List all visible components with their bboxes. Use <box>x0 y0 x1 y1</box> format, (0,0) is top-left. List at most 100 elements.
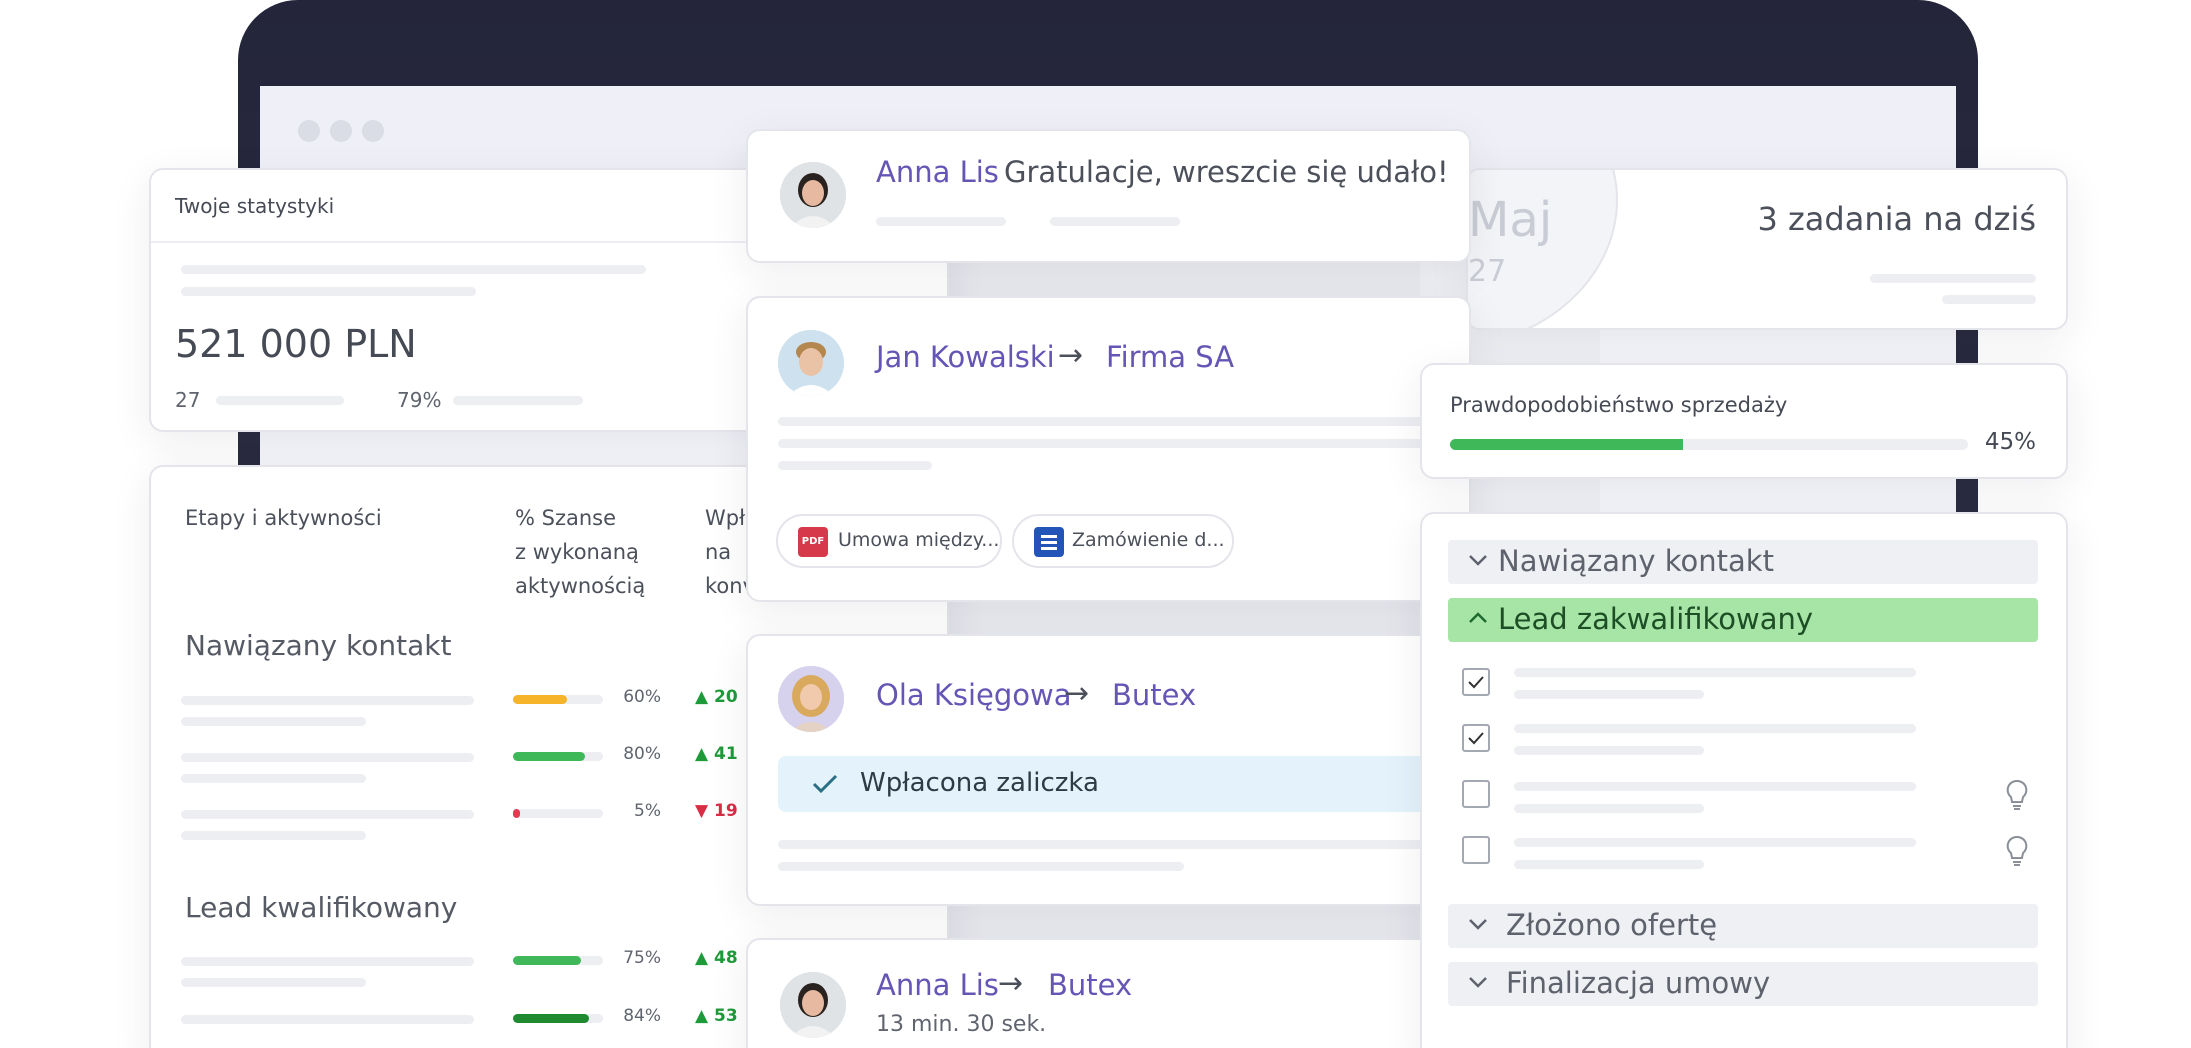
deal-card[interactable]: Anna Lis → Butex 13 min. 30 sek. <box>746 938 1471 1048</box>
placeholder-line <box>216 396 344 405</box>
progress-bar <box>513 1014 603 1023</box>
stage-label: Złożono ofertę <box>1506 908 1718 942</box>
progress-bar-fill <box>513 695 567 704</box>
document-icon <box>1034 527 1064 557</box>
placeholder-line <box>181 774 366 783</box>
trend-up-value: ▲ 41 <box>695 744 738 764</box>
placeholder-line <box>181 957 474 966</box>
sender-name[interactable]: Anna Lis <box>876 155 999 189</box>
checkmark-icon <box>1468 676 1484 689</box>
progress-bar-fill <box>513 956 581 965</box>
placeholder-line <box>181 753 474 762</box>
lightbulb-icon[interactable] <box>2004 834 2030 868</box>
trend-up-value: ▲ 48 <box>695 948 738 968</box>
pipeline-stage[interactable]: Złożono ofertę <box>1448 904 2038 948</box>
placeholder-line <box>181 265 646 274</box>
chevron-down-icon <box>1469 977 1487 988</box>
lightbulb-icon[interactable] <box>2004 778 2030 812</box>
pipeline-card: Nawiązany kontakt Lead zakwalifikowany Z… <box>1420 512 2068 1048</box>
checklist-checkbox[interactable] <box>1462 836 1490 864</box>
pdf-icon: PDF <box>798 527 828 557</box>
arrow-right-icon: → <box>1064 676 1090 711</box>
chevron-up-icon <box>1469 612 1487 623</box>
placeholder-line <box>1514 838 1916 847</box>
placeholder-line <box>1514 804 1704 813</box>
placeholder-line <box>181 1015 474 1024</box>
percent-label: 80% <box>623 744 661 764</box>
placeholder-line <box>1514 746 1704 755</box>
probability-bar <box>1450 439 1968 450</box>
placeholder-line <box>778 461 932 470</box>
placeholder-line <box>778 417 1469 426</box>
arrow-right-icon: → <box>998 966 1024 1001</box>
progress-bar <box>513 695 603 704</box>
company-name[interactable]: Butex <box>1048 968 1132 1002</box>
pipeline-stage[interactable]: Finalizacja umowy <box>1448 962 2038 1006</box>
stats-amount: 521 000 PLN <box>175 322 417 366</box>
avatar <box>780 162 846 228</box>
checklist-checkbox[interactable] <box>1462 780 1490 808</box>
stage-label: Finalizacja umowy <box>1506 966 1771 1000</box>
deal-card[interactable]: Ola Księgowa → Butex Wpłacona zaliczka <box>746 634 1471 906</box>
placeholder-line <box>778 439 1469 448</box>
trend-up-value: ▲ 20 <box>695 687 738 707</box>
check-icon <box>812 774 838 794</box>
chevron-down-icon <box>1469 555 1487 566</box>
checkmark-icon <box>1468 732 1484 745</box>
placeholder-line <box>181 717 366 726</box>
tasks-count: 3 zadania na dziś <box>1757 200 2036 238</box>
elapsed-time: 13 min. 30 sek. <box>876 1012 1047 1037</box>
probability-bar-fill <box>1450 439 1684 450</box>
attachment-label: Zamówienie d... <box>1072 529 1225 551</box>
stats-percent: 79% <box>397 388 442 412</box>
checklist-checkbox[interactable] <box>1462 668 1490 696</box>
deal-card[interactable]: Jan Kowalski → Firma SA PDF Umowa między… <box>746 296 1471 602</box>
stage-group-title: Lead kwalifikowany <box>185 891 458 924</box>
placeholder-line <box>778 862 1184 871</box>
window-dot <box>298 120 320 142</box>
message-card[interactable]: Anna Lis Gratulacje, wreszcie się udało! <box>746 129 1471 263</box>
column-header-chance: % Szanse z wykonaną aktywnością <box>515 506 646 598</box>
tasks-card[interactable]: Maj 27 3 zadania na dziś <box>1466 168 2068 330</box>
window-dot <box>362 120 384 142</box>
avatar <box>780 972 846 1038</box>
placeholder-line <box>181 696 474 705</box>
stage-group-title: Nawiązany kontakt <box>185 629 452 662</box>
contact-name[interactable]: Anna Lis <box>876 968 999 1002</box>
placeholder-line <box>181 978 366 987</box>
calendar-month: Maj <box>1468 192 1553 248</box>
attachment-pill[interactable]: PDF Umowa między... <box>776 514 1002 568</box>
placeholder-line <box>181 810 474 819</box>
placeholder-line <box>181 287 476 296</box>
probability-value: 45% <box>1984 429 2036 455</box>
progress-bar <box>513 752 603 761</box>
company-name[interactable]: Firma SA <box>1106 340 1234 374</box>
probability-title: Prawdopodobieństwo sprzedaży <box>1450 393 1788 417</box>
chevron-down-icon <box>1469 919 1487 930</box>
status-banner: Wpłacona zaliczka <box>778 756 1469 812</box>
placeholder-line <box>1050 217 1180 226</box>
placeholder-line <box>1514 724 1916 733</box>
message-text: Gratulacje, wreszcie się udało! <box>1004 155 1449 189</box>
contact-name[interactable]: Ola Księgowa <box>876 678 1072 712</box>
probability-card: Prawdopodobieństwo sprzedaży 45% <box>1420 363 2068 479</box>
stats-count: 27 <box>175 388 201 412</box>
placeholder-line <box>1514 690 1704 699</box>
placeholder-line <box>778 840 1469 849</box>
window-dot <box>330 120 352 142</box>
trend-down-value: ▼ 19 <box>695 801 738 821</box>
stage-label: Lead zakwalifikowany <box>1498 602 1814 636</box>
pipeline-stage-active[interactable]: Lead zakwalifikowany <box>1448 598 2038 642</box>
contact-name[interactable]: Jan Kowalski <box>876 340 1055 374</box>
attachment-pill[interactable]: Zamówienie d... <box>1012 514 1234 568</box>
placeholder-line <box>1514 860 1704 869</box>
calendar-day: 27 <box>1468 254 1507 289</box>
company-name[interactable]: Butex <box>1112 678 1196 712</box>
avatar <box>778 330 844 396</box>
placeholder-line <box>1942 295 2036 304</box>
progress-bar <box>513 809 603 818</box>
avatar <box>778 666 844 732</box>
checklist-checkbox[interactable] <box>1462 724 1490 752</box>
progress-bar-fill <box>513 752 585 761</box>
pipeline-stage[interactable]: Nawiązany kontakt <box>1448 540 2038 584</box>
